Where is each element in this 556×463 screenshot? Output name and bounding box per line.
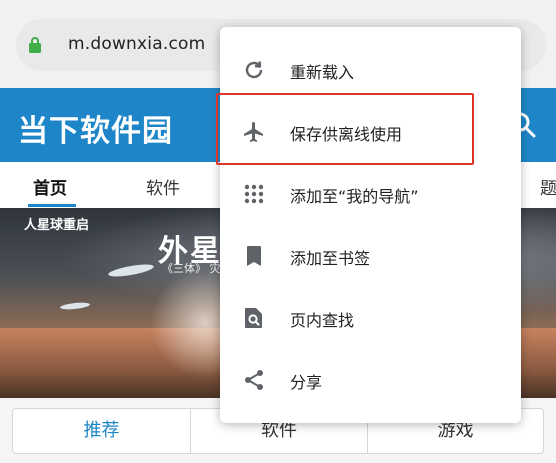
tab-recommended[interactable]: 推荐: [13, 409, 190, 453]
menu-item-label: 重新载入: [290, 63, 355, 82]
menu-item-find-in-page[interactable]: 页内查找: [220, 287, 521, 349]
menu-item-add-to-nav[interactable]: 添加至“我的导航”: [220, 163, 521, 225]
menu-item-label: 页内查找: [290, 311, 355, 330]
url-text: m.downxia.com: [68, 34, 206, 54]
nav-active-underline: [28, 204, 76, 207]
menu-item-label: 分享: [290, 373, 323, 392]
nav-item-software[interactable]: 软件: [146, 174, 180, 199]
site-logo[interactable]: 当下软件园: [18, 106, 173, 150]
menu-item-label: 添加至书签: [290, 249, 371, 268]
banner-tag: 人星球重启: [24, 218, 90, 233]
bookmark-icon: [247, 246, 261, 266]
menu-item-label: 添加至“我的导航”: [290, 187, 419, 206]
lock-icon: [29, 37, 41, 53]
menu-item-reload[interactable]: 重新载入: [220, 39, 521, 101]
menu-item-add-bookmark[interactable]: 添加至书签: [220, 225, 521, 287]
browser-page: m.downxia.com 当下软件园 首页 软件 题 人星球重启 外星 《三体…: [0, 0, 556, 463]
menu-item-share[interactable]: 分享: [220, 349, 521, 411]
reload-icon: [245, 61, 263, 79]
highlight-box: [216, 93, 474, 165]
browser-menu: 重新载入 保存供离线使用 添加至“我的导航” 添加至书签 页内查找 分享: [220, 27, 521, 423]
nav-item-home[interactable]: 首页: [33, 174, 67, 199]
share-icon: [245, 370, 263, 390]
find-in-page-icon: [245, 308, 262, 328]
banner-subtitle: 《三体》 灾: [162, 262, 221, 275]
grid-dots-icon: [244, 184, 264, 204]
nav-item-edge[interactable]: 题: [540, 174, 556, 199]
